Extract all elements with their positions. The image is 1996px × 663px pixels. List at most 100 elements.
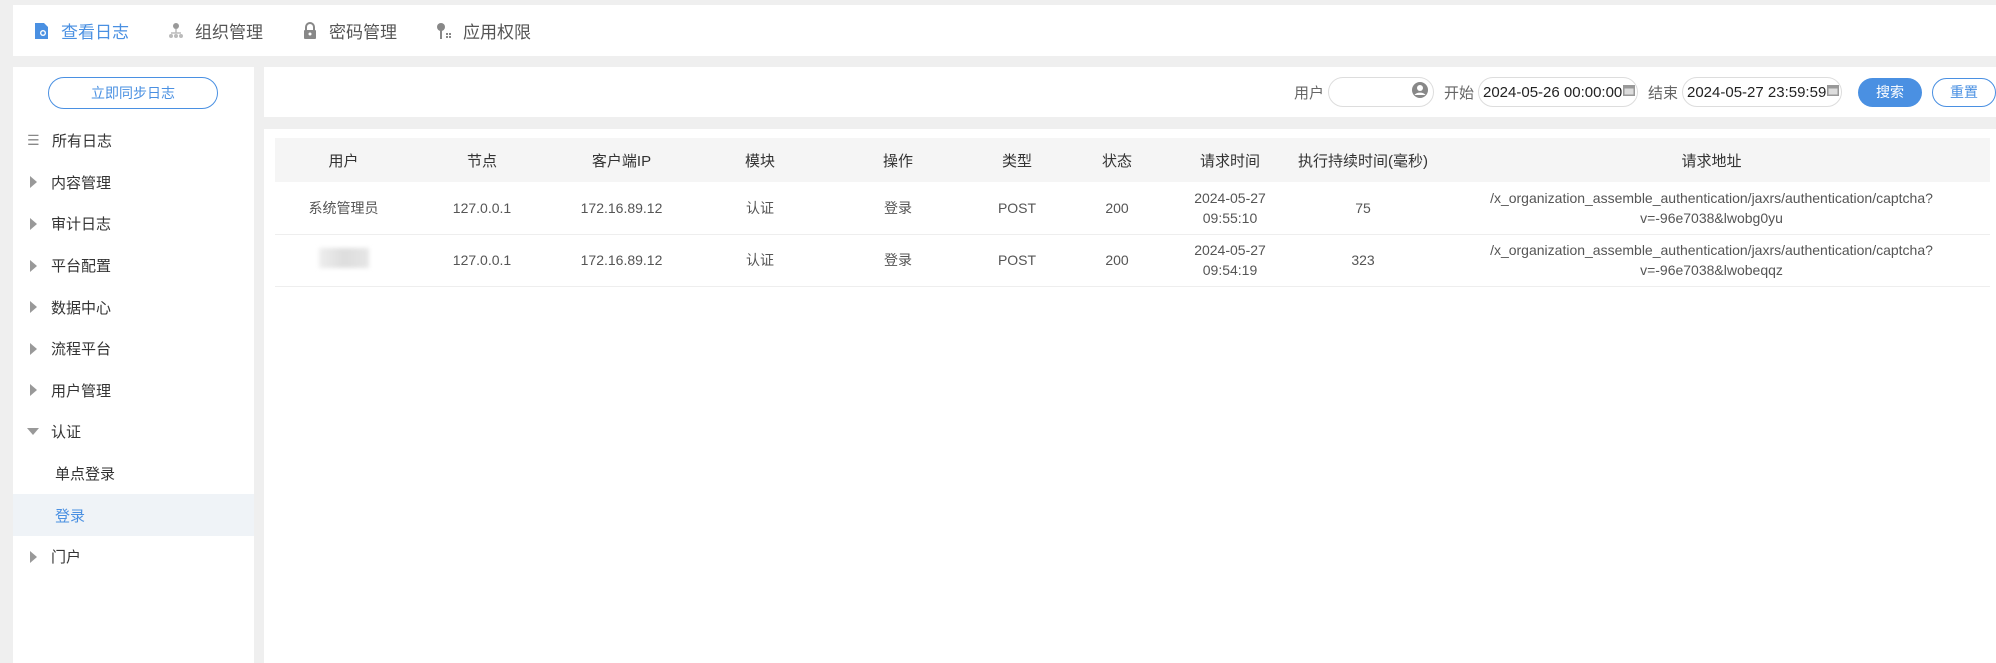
cell-url: /x_organization_assemble_authentication/… — [1433, 182, 1990, 235]
nav-org-management[interactable]: 组织管理 — [167, 18, 263, 43]
sidebar-item-label: 所有日志 — [52, 133, 113, 151]
sidebar-item-sso[interactable]: 单点登录 — [13, 453, 254, 495]
redacted-user — [318, 247, 369, 268]
nav-app-permissions[interactable]: 应用权限 — [435, 18, 531, 43]
table-header: 用户 节点 客户端IP 模块 操作 类型 状态 请求时间 执行持续时间(毫秒) … — [275, 138, 1990, 182]
search-button[interactable]: 搜索 — [1858, 77, 1922, 107]
user-label: 用户 — [1293, 84, 1324, 102]
sidebar-item-audit[interactable]: 审计日志 — [13, 203, 254, 245]
cell-request-time: 2024-05-27 09:54:19 — [1167, 234, 1293, 287]
cell-url: /x_organization_assemble_authentication/… — [1433, 234, 1990, 287]
top-navigation: 查看日志 组织管理 密码管理 应用权限 — [13, 5, 1996, 56]
cell-request-time: 2024-05-27 09:55:10 — [1167, 182, 1293, 235]
caret-right-icon — [30, 342, 37, 355]
nav-view-logs[interactable]: 查看日志 — [33, 18, 129, 43]
url-part: v=-96e7038&lwobg0yu — [1640, 209, 1783, 226]
sidebar-item-data-center[interactable]: 数据中心 — [13, 286, 254, 328]
cell-status: 200 — [1067, 234, 1167, 287]
nav-label: 密码管理 — [329, 23, 397, 42]
end-date-input[interactable]: 2024-05-27 23:59:59 — [1682, 77, 1842, 107]
time: 09:54:19 — [1202, 262, 1258, 278]
nav-label: 应用权限 — [463, 23, 531, 42]
sidebar-item-portal[interactable]: 门户 — [13, 536, 254, 578]
cell-module: 认证 — [691, 234, 829, 287]
caret-right-icon — [30, 384, 37, 397]
sidebar: 立即同步日志 ☰ 所有日志 内容管理 审计日志 平台配置 数据中心 流程平台 用户… — [13, 67, 254, 663]
url-part: v=-96e7038&lwobeqqz — [1640, 262, 1783, 278]
url-part: /x_organization_assemble_authentication/… — [1490, 189, 1933, 206]
calendar-icon[interactable] — [1622, 83, 1636, 101]
caret-right-icon — [30, 550, 37, 563]
cell-module: 认证 — [691, 182, 829, 235]
nav-label: 查看日志 — [61, 23, 129, 42]
sidebar-item-content[interactable]: 内容管理 — [13, 162, 254, 204]
caret-right-icon — [30, 176, 37, 189]
cell-type: POST — [967, 234, 1067, 287]
sidebar-item-platform[interactable]: 平台配置 — [13, 245, 254, 287]
list-icon: ☰ — [27, 132, 40, 149]
cell-ip: 172.16.89.12 — [552, 234, 691, 287]
col-node: 节点 — [412, 138, 552, 182]
nav-password-management[interactable]: 密码管理 — [301, 18, 397, 43]
cell-type: POST — [967, 182, 1067, 235]
col-module: 模块 — [691, 138, 829, 182]
col-client-ip: 客户端IP — [552, 138, 691, 182]
nav-label: 组织管理 — [195, 23, 263, 42]
table-row[interactable]: 127.0.0.1 172.16.89.12 认证 登录 POST 200 20… — [275, 234, 1990, 287]
cell-node: 127.0.0.1 — [412, 234, 552, 287]
date: 2024-05-27 — [1194, 242, 1266, 258]
col-operation: 操作 — [829, 138, 967, 182]
reset-button[interactable]: 重置 — [1932, 77, 1996, 107]
sidebar-item-all-logs[interactable]: ☰ 所有日志 — [13, 120, 254, 162]
key-icon — [435, 22, 453, 40]
start-date-input[interactable]: 2024-05-26 00:00:00 — [1477, 77, 1638, 107]
log-view-icon — [33, 22, 51, 40]
cell-user: 系统管理员 — [275, 182, 412, 235]
sidebar-item-users[interactable]: 用户管理 — [13, 370, 254, 412]
filter-toolbar: 用户 开始 2024-05-26 00:00:00 结束 2024-05-27 … — [264, 67, 1996, 117]
user-icon[interactable] — [1411, 81, 1429, 103]
sidebar-item-auth[interactable]: 认证 — [13, 411, 254, 453]
cell-user — [275, 234, 412, 287]
col-type: 类型 — [967, 138, 1067, 182]
col-duration: 执行持续时间(毫秒) — [1293, 138, 1433, 182]
sidebar-item-label: 门户 — [51, 549, 82, 567]
col-user: 用户 — [275, 138, 412, 182]
url-part: /x_organization_assemble_authentication/… — [1490, 242, 1933, 258]
cell-duration: 75 — [1293, 182, 1433, 235]
lock-icon — [301, 21, 319, 40]
start-date-value: 2024-05-26 00:00:00 — [1482, 83, 1623, 101]
cell-operation: 登录 — [829, 234, 967, 287]
table-row[interactable]: 系统管理员 127.0.0.1 172.16.89.12 认证 登录 POST … — [275, 182, 1990, 235]
user-input[interactable] — [1327, 77, 1434, 107]
col-status: 状态 — [1067, 138, 1167, 182]
cell-status: 200 — [1067, 182, 1167, 235]
caret-right-icon — [30, 217, 37, 230]
col-request-url: 请求地址 — [1433, 138, 1990, 182]
sidebar-item-label: 用户管理 — [51, 382, 112, 400]
end-label: 结束 — [1647, 84, 1678, 102]
log-table-panel: 用户 节点 客户端IP 模块 操作 类型 状态 请求时间 执行持续时间(毫秒) … — [264, 129, 1996, 663]
org-tree-icon — [167, 22, 185, 40]
sidebar-item-label: 认证 — [51, 424, 82, 442]
sidebar-item-label: 平台配置 — [51, 258, 112, 276]
start-label: 开始 — [1443, 84, 1474, 102]
cell-operation: 登录 — [829, 182, 967, 235]
sidebar-item-label: 数据中心 — [51, 299, 112, 317]
sidebar-item-process[interactable]: 流程平台 — [13, 328, 254, 370]
caret-right-icon — [30, 301, 37, 314]
sidebar-item-login[interactable]: 登录 — [13, 494, 254, 536]
caret-right-icon — [30, 259, 37, 272]
cell-ip: 172.16.89.12 — [552, 182, 691, 235]
sidebar-item-label: 审计日志 — [51, 216, 112, 234]
end-date-value: 2024-05-27 23:59:59 — [1687, 83, 1827, 101]
sidebar-item-label: 登录 — [55, 507, 86, 525]
caret-down-icon — [27, 428, 39, 436]
sync-logs-button[interactable]: 立即同步日志 — [48, 77, 218, 109]
calendar-icon[interactable] — [1826, 83, 1840, 101]
cell-duration: 323 — [1293, 234, 1433, 287]
time: 09:55:10 — [1202, 209, 1258, 226]
date: 2024-05-27 — [1194, 189, 1266, 206]
sidebar-item-label: 流程平台 — [51, 341, 112, 359]
sidebar-item-label: 单点登录 — [55, 466, 116, 484]
